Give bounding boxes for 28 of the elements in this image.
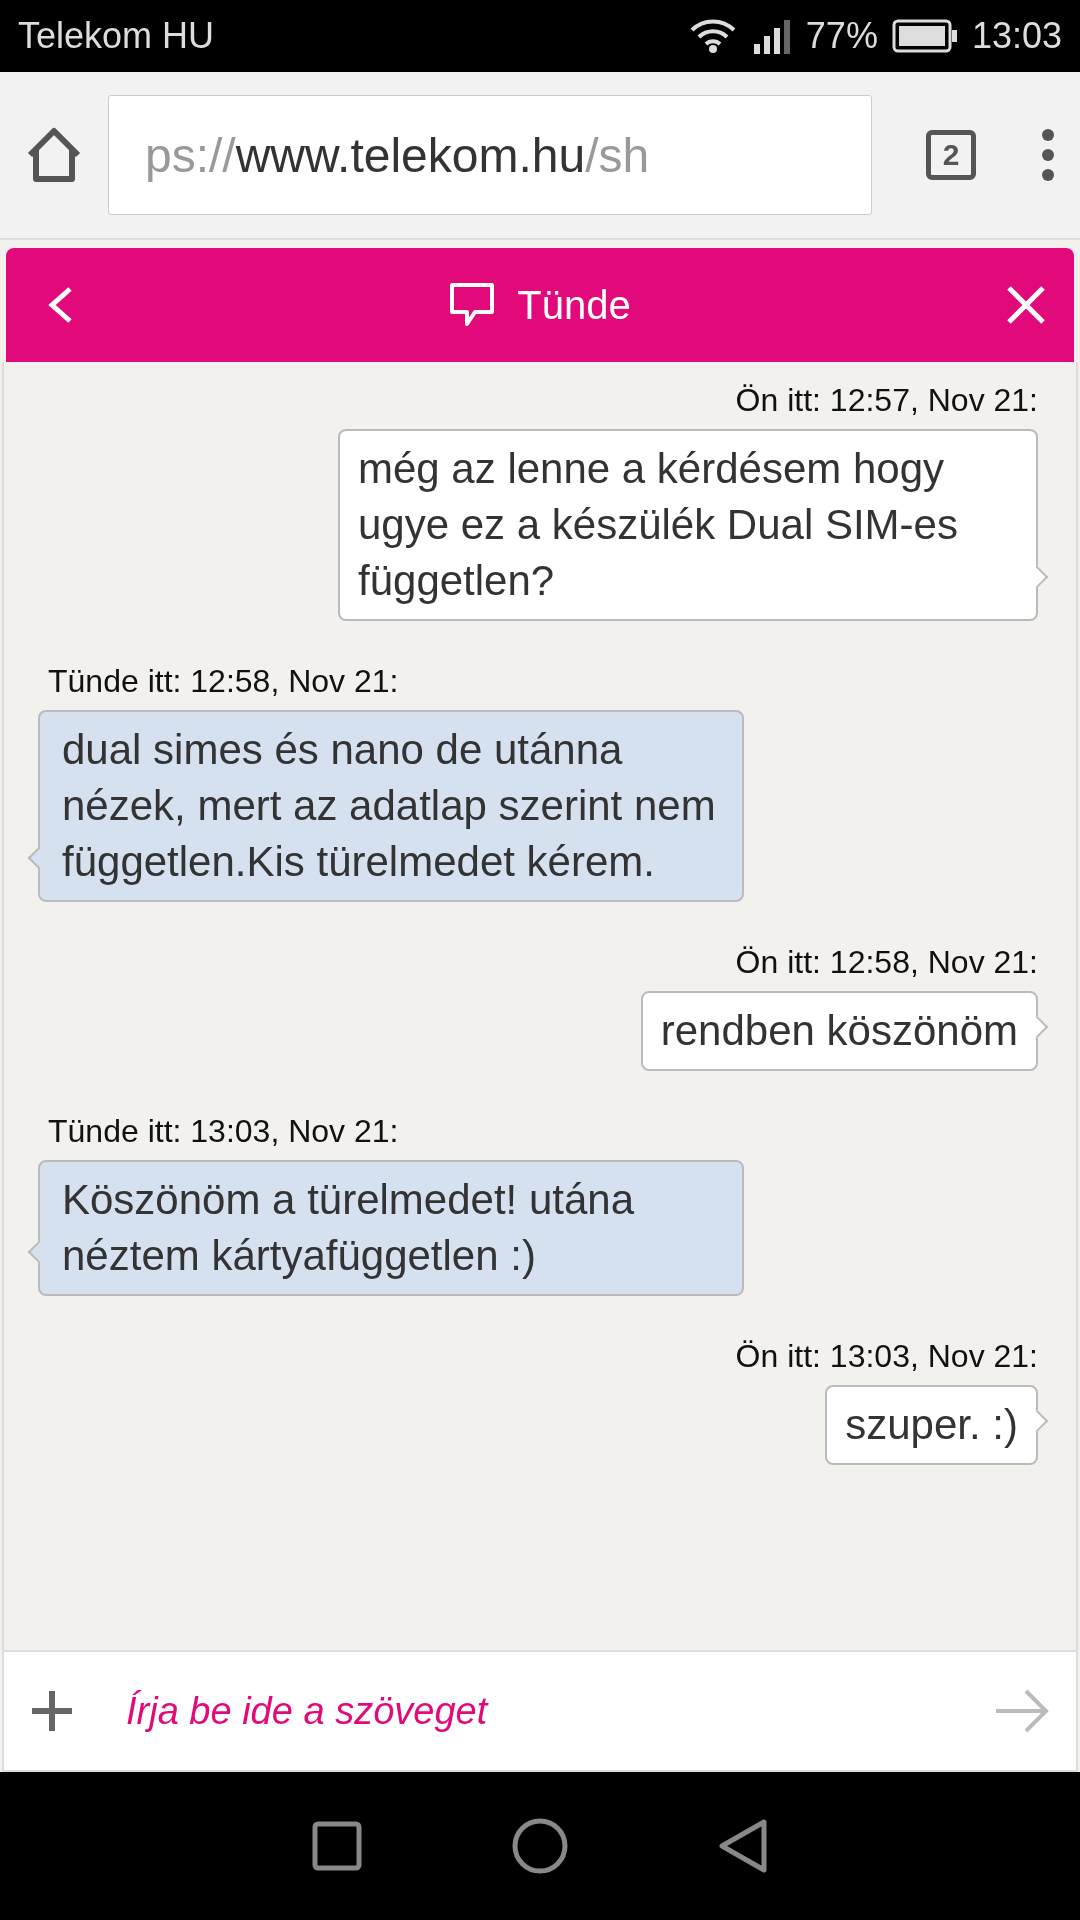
- address-bar[interactable]: ps://www.telekom.hu/sh: [108, 95, 872, 215]
- message-timestamp: Tünde itt: 13:03, Nov 21:: [48, 1113, 399, 1150]
- message-text: még az lenne a kérdésem hogy ugye ez a készülék Dual SIM-es független?: [358, 445, 958, 604]
- message-timestamp: Ön itt: 13:03, Nov 21:: [735, 1338, 1038, 1375]
- tab-counter[interactable]: 2: [926, 130, 976, 180]
- clock-time: 13:03: [971, 15, 1062, 57]
- menu-icon[interactable]: [1040, 128, 1056, 182]
- message-text: dual simes és nano de utánna nézek, mert az adatlap szerint nem független.Kis türelmedet kérem.: [62, 726, 716, 885]
- speech-bubble-icon: [449, 282, 496, 328]
- back-icon[interactable]: [46, 285, 74, 325]
- battery-icon: [891, 19, 958, 53]
- message-text: rendben köszönöm: [660, 1007, 1018, 1054]
- message-text: szuper. :): [845, 1401, 1018, 1448]
- message-input[interactable]: Írja be ide a szöveget: [124, 1688, 944, 1734]
- carrier-name: Telekom HU: [18, 15, 215, 57]
- chat-title: Tünde: [517, 282, 631, 328]
- message-text: Köszönöm a türelmedet! utána néztem kártyafüggetlen :): [62, 1176, 634, 1279]
- back-triangle-icon[interactable]: [718, 1819, 768, 1873]
- message-timestamp: Ön itt: 12:58, Nov 21:: [735, 944, 1038, 981]
- signal-icon: [751, 18, 792, 54]
- battery-percent: 77%: [805, 15, 878, 57]
- message-timestamp: Tünde itt: 12:58, Nov 21:: [48, 663, 399, 700]
- plus-icon[interactable]: [30, 1689, 74, 1733]
- message-composer[interactable]: Írja be ide a szöveget: [2, 1650, 1078, 1772]
- message-timestamp: Ön itt: 12:57, Nov 21:: [735, 382, 1038, 419]
- home-circle-icon[interactable]: [512, 1818, 568, 1874]
- close-icon[interactable]: [1006, 285, 1046, 325]
- recents-icon[interactable]: [312, 1821, 362, 1871]
